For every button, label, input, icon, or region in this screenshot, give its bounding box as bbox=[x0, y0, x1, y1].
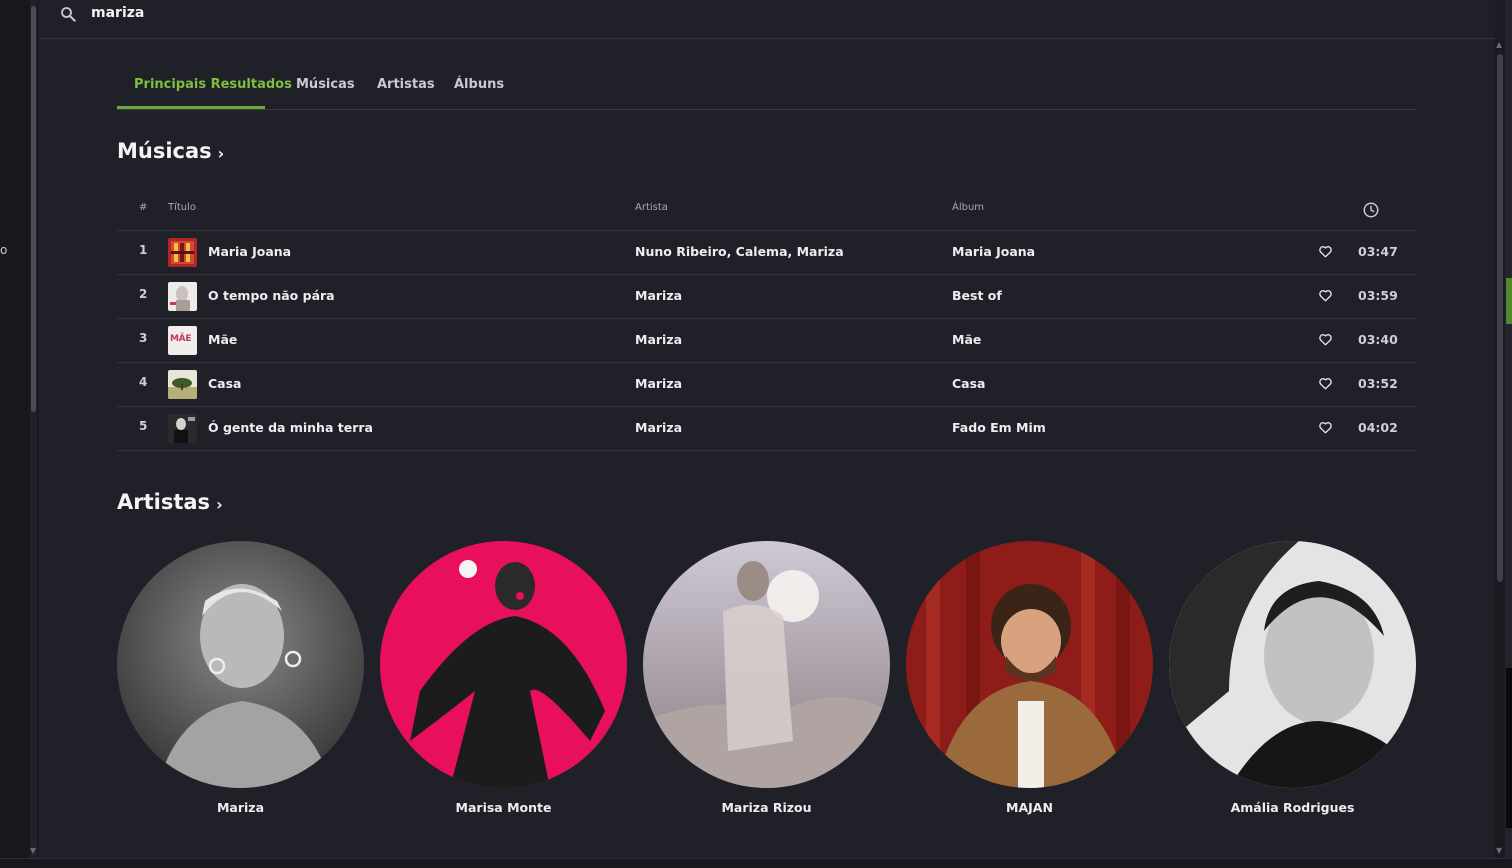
artist-card[interactable]: Marisa Monte bbox=[380, 541, 627, 815]
main-scrollbar-thumb[interactable] bbox=[1497, 54, 1503, 582]
track-title[interactable]: Mãe bbox=[208, 332, 237, 347]
heart-icon[interactable] bbox=[1318, 244, 1333, 259]
table-row[interactable]: 5 Ó gente da minha terra Mariza Fado Em … bbox=[117, 407, 1416, 451]
clock-icon bbox=[1363, 202, 1379, 218]
artist-name: Mariza Rizou bbox=[721, 800, 812, 815]
track-number: 2 bbox=[139, 287, 148, 301]
artists-section-title: Artistas bbox=[117, 490, 211, 514]
track-duration: 03:40 bbox=[1358, 332, 1398, 347]
artist-card[interactable]: Amália Rodrigues bbox=[1169, 541, 1416, 815]
search-bar bbox=[39, 0, 1495, 39]
chevron-right-icon: › bbox=[217, 144, 225, 163]
track-title[interactable]: Maria Joana bbox=[208, 244, 291, 259]
track-duration: 03:52 bbox=[1358, 376, 1398, 391]
search-input[interactable] bbox=[91, 2, 691, 24]
active-tab-indicator bbox=[117, 106, 265, 109]
artist-card[interactable]: MAJAN bbox=[906, 541, 1153, 815]
scroll-down-arrow[interactable]: ▼ bbox=[1496, 846, 1502, 855]
heart-icon[interactable] bbox=[1318, 420, 1333, 435]
column-header-number: # bbox=[139, 202, 148, 213]
track-number: 5 bbox=[139, 419, 148, 433]
songs-section-header[interactable]: Músicas › bbox=[117, 139, 224, 163]
results-tabs: Principais Resultados Músicas Artistas Á… bbox=[117, 68, 1416, 110]
track-duration: 04:02 bbox=[1358, 420, 1398, 435]
album-cover-image bbox=[168, 282, 197, 311]
track-artist[interactable]: Mariza bbox=[635, 420, 682, 435]
track-number: 3 bbox=[139, 331, 148, 345]
heart-icon[interactable] bbox=[1318, 376, 1333, 391]
right-panel-dark-block bbox=[1506, 668, 1512, 828]
tab-albums[interactable]: Álbuns bbox=[454, 77, 504, 92]
table-header: # Título Artista Álbum bbox=[117, 190, 1416, 231]
artists-row: Mariza Marisa Monte Mariza Rizou MAJAN A… bbox=[117, 541, 1417, 821]
table-row[interactable]: 1 Maria Joana Nuno Ribeiro, Calema, Mari… bbox=[117, 231, 1416, 275]
artist-name: MAJAN bbox=[1006, 800, 1053, 815]
track-artist[interactable]: Mariza bbox=[635, 376, 682, 391]
track-album[interactable]: Maria Joana bbox=[952, 244, 1035, 259]
artist-photo bbox=[380, 541, 627, 788]
album-cover-text: MÃE bbox=[170, 334, 192, 344]
chevron-right-icon: › bbox=[216, 495, 223, 514]
table-row[interactable]: 2 O tempo não pára Mariza Best of 03:59 bbox=[117, 275, 1416, 319]
column-header-album: Álbum bbox=[952, 202, 985, 213]
track-artist[interactable]: Mariza bbox=[635, 288, 682, 303]
artist-photo bbox=[117, 541, 364, 788]
bottom-edge bbox=[0, 858, 1512, 868]
track-album[interactable]: Mãe bbox=[952, 332, 981, 347]
left-sidebar-text-fragment: o bbox=[0, 243, 8, 257]
tab-top-results[interactable]: Principais Resultados bbox=[134, 77, 292, 92]
heart-icon[interactable] bbox=[1318, 332, 1333, 347]
left-scroll-down-arrow[interactable]: ▼ bbox=[30, 846, 36, 855]
track-duration: 03:47 bbox=[1358, 244, 1398, 259]
artist-photo bbox=[1169, 541, 1416, 788]
app-window: o ▼ Principais Resultados Músicas Artist… bbox=[0, 0, 1512, 868]
album-cover-image bbox=[168, 370, 197, 399]
track-number: 4 bbox=[139, 375, 148, 389]
track-album[interactable]: Best of bbox=[952, 288, 1002, 303]
column-header-artist: Artista bbox=[635, 202, 668, 213]
heart-icon[interactable] bbox=[1318, 288, 1333, 303]
tab-songs[interactable]: Músicas bbox=[296, 77, 355, 92]
artist-card[interactable]: Mariza Rizou bbox=[643, 541, 890, 815]
scroll-up-arrow[interactable]: ▲ bbox=[1496, 40, 1502, 49]
artist-name: Marisa Monte bbox=[455, 800, 552, 815]
artist-name: Mariza bbox=[216, 800, 265, 815]
album-cover-image bbox=[168, 414, 197, 443]
left-scrollbar-thumb[interactable] bbox=[31, 6, 36, 412]
track-artist[interactable]: Mariza bbox=[635, 332, 682, 347]
artist-photo bbox=[906, 541, 1153, 788]
artist-photo bbox=[643, 541, 890, 788]
table-row[interactable]: 4 Casa Mariza Casa 03:52 bbox=[117, 363, 1416, 407]
songs-section-title: Músicas bbox=[117, 139, 212, 163]
track-duration: 03:59 bbox=[1358, 288, 1398, 303]
track-title[interactable]: Casa bbox=[208, 376, 241, 391]
songs-table: # Título Artista Álbum 1 Maria Joana Nun… bbox=[117, 190, 1416, 451]
table-row[interactable]: 3 MÃE Mãe Mariza Mãe 03:40 bbox=[117, 319, 1416, 363]
right-panel-accent bbox=[1506, 278, 1512, 324]
track-title[interactable]: Ó gente da minha terra bbox=[208, 420, 373, 435]
track-artist[interactable]: Nuno Ribeiro, Calema, Mariza bbox=[635, 244, 844, 259]
track-title[interactable]: O tempo não pára bbox=[208, 288, 335, 303]
track-album[interactable]: Fado Em Mim bbox=[952, 420, 1046, 435]
artist-name: Amália Rodrigues bbox=[1230, 800, 1355, 815]
artists-section-header[interactable]: Artistas › bbox=[117, 490, 223, 514]
tab-artists[interactable]: Artistas bbox=[377, 77, 435, 92]
artist-card[interactable]: Mariza bbox=[117, 541, 364, 815]
album-cover-image bbox=[168, 238, 197, 267]
column-header-title: Título bbox=[168, 202, 197, 213]
track-number: 1 bbox=[139, 243, 148, 257]
search-icon[interactable] bbox=[59, 5, 77, 23]
album-cover-image: MÃE bbox=[168, 326, 197, 355]
track-album[interactable]: Casa bbox=[952, 376, 985, 391]
